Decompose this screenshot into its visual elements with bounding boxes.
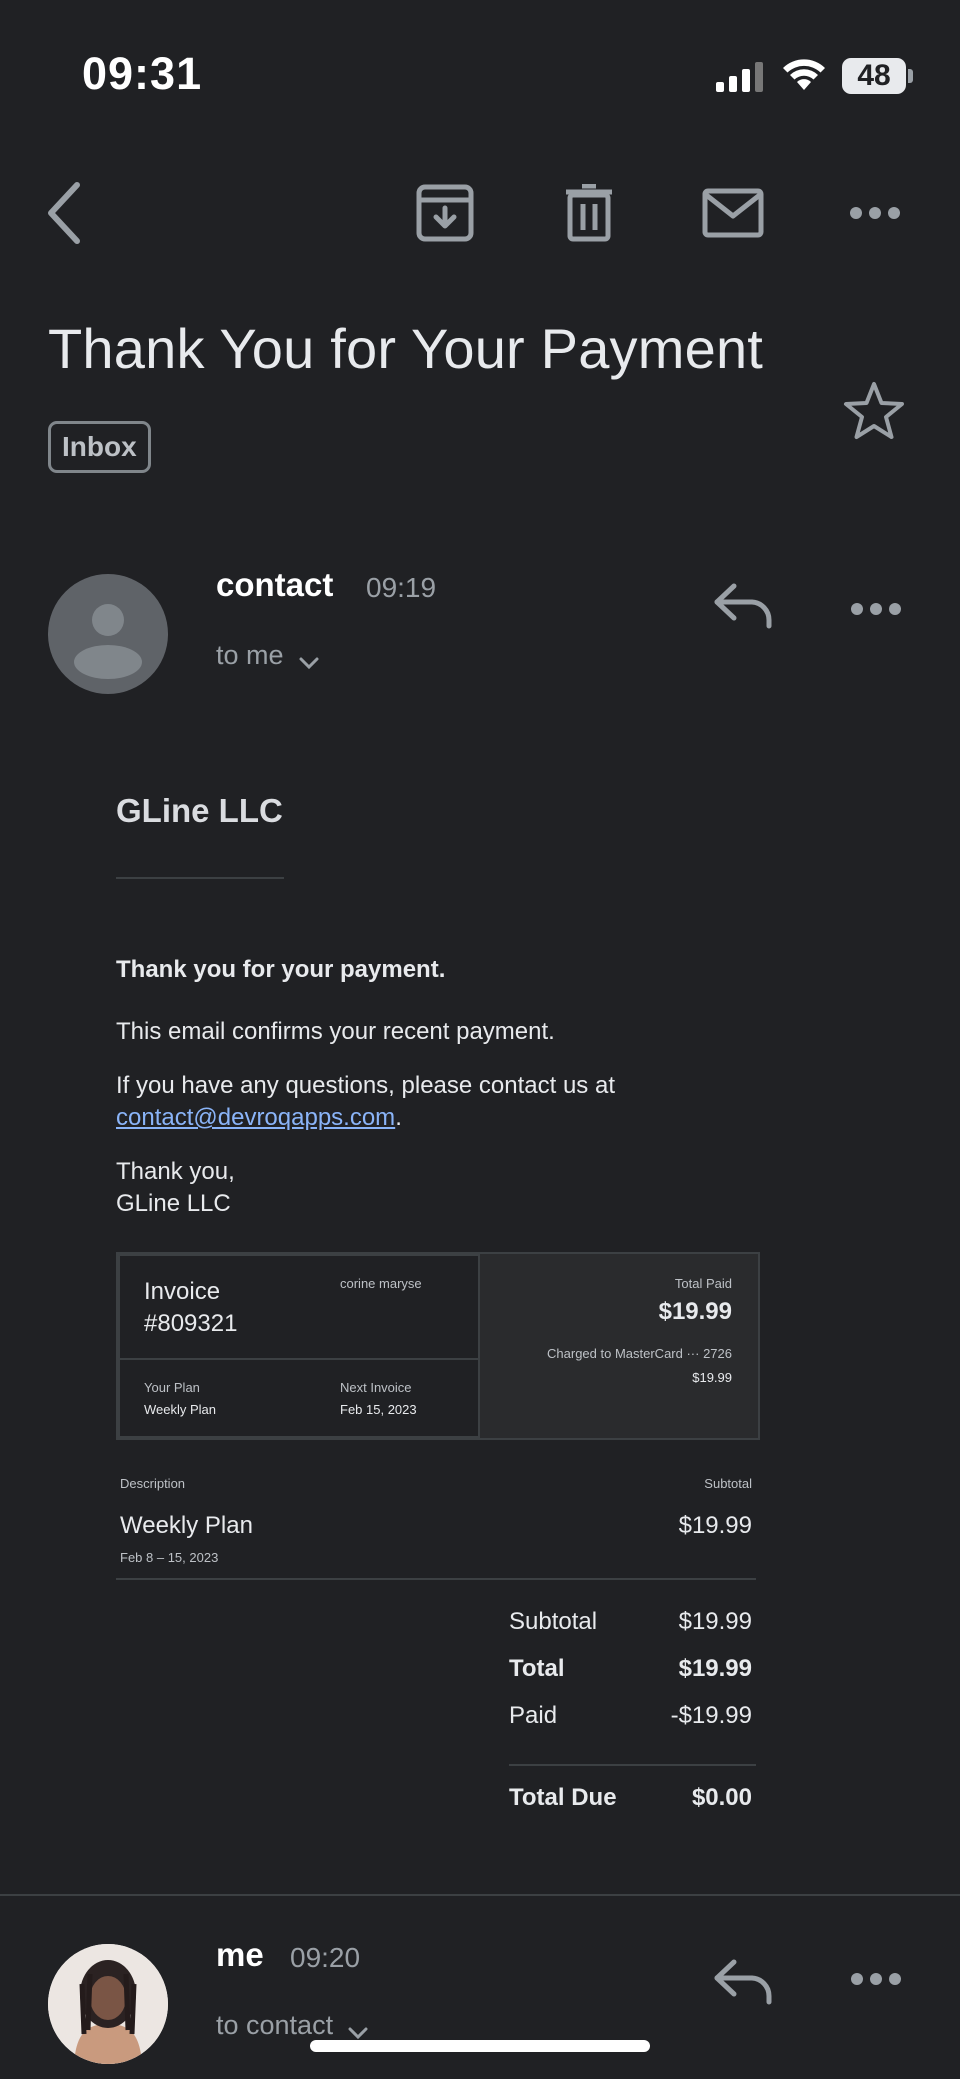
body-heading: Thank you for your payment.: [116, 956, 446, 983]
total-value: $19.99: [678, 1655, 752, 1682]
home-indicator[interactable]: [310, 2040, 650, 2052]
body-divider: [116, 877, 284, 879]
reply-button[interactable]: [712, 580, 774, 635]
subtotal-label: Subtotal: [509, 1608, 598, 1635]
trash-icon: [566, 184, 612, 242]
recipient-2-label: to contact: [216, 2010, 334, 2040]
sender-avatar[interactable]: [48, 574, 168, 694]
message-2-more-button[interactable]: [850, 1972, 902, 1991]
total-paid-value: $19.99: [658, 1298, 732, 1325]
reply-icon: [714, 1959, 772, 2005]
charged-amount: $19.99: [692, 1370, 732, 1385]
plan-value: Weekly Plan: [144, 1402, 217, 1417]
profile-photo-icon: [48, 1944, 168, 2064]
chevron-down-icon: [348, 2027, 368, 2039]
company-name: GLine LLC: [116, 792, 283, 829]
closing-text: Thank you,: [116, 1158, 235, 1185]
total-label: Total: [509, 1655, 565, 1682]
period-text: .: [395, 1104, 402, 1131]
next-invoice-label: Next Invoice: [340, 1380, 412, 1395]
email-subject: Thank You for Your Payment: [48, 317, 764, 380]
message-time: 09:19: [366, 572, 437, 603]
my-avatar[interactable]: [48, 1944, 168, 2064]
person-icon: [74, 604, 142, 679]
recipient-details-toggle[interactable]: to me: [216, 640, 320, 671]
delete-button[interactable]: [554, 178, 624, 248]
sender-name[interactable]: contact: [216, 566, 333, 604]
line-items-divider: [116, 1578, 756, 1580]
more-horizontal-icon: [850, 207, 900, 219]
signal-icon: [716, 62, 764, 97]
total-paid-cell: Total Paid $19.99 Charged to MasterCard …: [480, 1254, 758, 1438]
charged-card-text: Charged to MasterCard ··· 2726: [547, 1346, 732, 1361]
battery-nub: [908, 69, 913, 83]
chevron-down-icon: [299, 657, 319, 669]
star-button[interactable]: [842, 380, 906, 447]
subtotal-value: $19.99: [678, 1608, 752, 1635]
back-button[interactable]: [30, 178, 100, 248]
total-due-value: $0.00: [691, 1784, 752, 1811]
customer-name: corine maryse: [340, 1276, 422, 1291]
inbox-label-chip[interactable]: Inbox: [48, 421, 151, 473]
paid-label: Paid: [509, 1702, 558, 1729]
battery-indicator: 48: [842, 58, 906, 94]
reply-icon: [714, 583, 772, 629]
next-invoice-date: Feb 15, 2023: [340, 1402, 417, 1417]
reply-2-button[interactable]: [712, 1956, 774, 2011]
total-paid-label: Total Paid: [674, 1276, 732, 1291]
invoice-number: #809321: [144, 1310, 238, 1337]
archive-button[interactable]: [410, 178, 480, 248]
status-time: 09:31: [82, 48, 203, 99]
body-confirm-text: This email confirms your recent payment.: [116, 1018, 555, 1045]
paid-value: -$19.99: [670, 1702, 752, 1729]
totals-divider: [509, 1764, 756, 1766]
subtotal-column-header: Subtotal: [704, 1476, 752, 1491]
signature-text: GLine LLC: [116, 1190, 231, 1217]
contact-email-link[interactable]: contact@devroqapps.com: [116, 1104, 395, 1131]
line-item-amount: $19.99: [678, 1512, 752, 1539]
plan-cell: Your Plan Weekly Plan Next Invoice Feb 1…: [118, 1358, 480, 1438]
back-arrow-icon: [48, 182, 80, 244]
message-more-button[interactable]: [850, 602, 902, 621]
body-questions-text: If you have any questions, please contac…: [116, 1072, 615, 1099]
invoice-number-cell: Invoice #809321 corine maryse: [118, 1254, 480, 1360]
description-column-header: Description: [120, 1476, 186, 1491]
more-horizontal-icon: [851, 603, 901, 615]
message-2-time: 09:20: [290, 1942, 361, 1973]
total-due-label: Total Due: [509, 1784, 617, 1811]
line-item-period: Feb 8 – 15, 2023: [120, 1550, 219, 1565]
more-options-button[interactable]: [840, 178, 910, 248]
recipient-label: to me: [216, 640, 284, 670]
star-icon: [844, 382, 904, 439]
more-horizontal-icon: [851, 1973, 901, 1985]
mark-unread-button[interactable]: [698, 178, 768, 248]
invoice-label: Invoice: [144, 1278, 221, 1305]
archive-icon: [416, 184, 474, 242]
plan-label: Your Plan: [144, 1380, 200, 1395]
recipient-2-details-toggle[interactable]: to contact: [216, 2010, 369, 2041]
mail-icon: [702, 188, 764, 238]
line-item-name: Weekly Plan: [120, 1512, 253, 1539]
wifi-icon: [782, 58, 826, 97]
my-sender-name[interactable]: me: [216, 1936, 264, 1974]
message-divider: [0, 1894, 960, 1896]
invoice-summary-box: Invoice #809321 corine maryse Your Plan …: [116, 1252, 760, 1440]
